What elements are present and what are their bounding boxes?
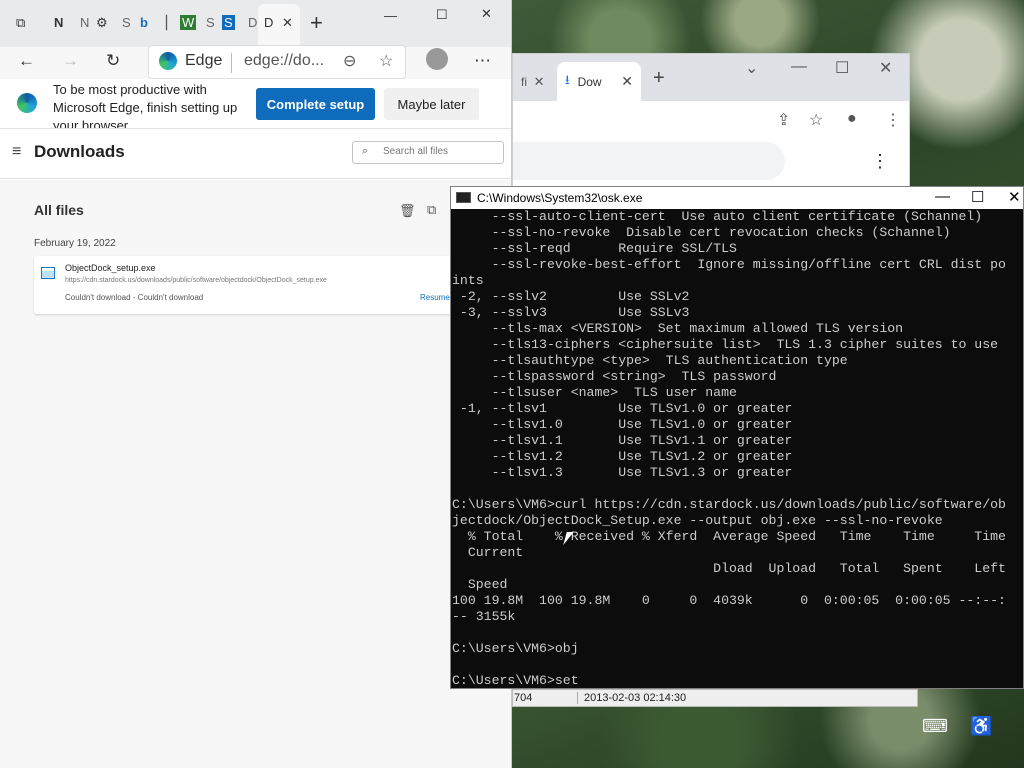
console-title: C:\Windows\System32\osk.exe <box>477 191 643 205</box>
console-output[interactable]: --ssl-auto-client-cert Use auto client c… <box>452 209 1024 689</box>
file-icon <box>41 267 55 279</box>
minimize-button[interactable]: — <box>791 58 807 76</box>
tab-label-4[interactable]: D <box>248 15 257 30</box>
open-folder-icon[interactable]: ⧉ <box>427 202 436 218</box>
tab-favicon-w[interactable]: W <box>180 15 197 30</box>
edge-window: ⧉ N N ⚙ S b ▏ W S S D D ✕ + — ☐ ✕ ← → ↻ … <box>0 0 512 768</box>
chrome-tab-prev[interactable]: fi ✕ <box>513 62 553 101</box>
profile-icon[interactable] <box>426 48 448 70</box>
edge-logo-icon <box>159 52 177 70</box>
search-placeholder: Search all files <box>383 146 449 157</box>
chrome-tab-downloads[interactable]: ⭳ Dow ✕ <box>557 62 641 101</box>
complete-setup-button[interactable]: Complete setup <box>256 88 375 120</box>
tab-favicon-n[interactable]: N <box>54 15 63 30</box>
back-icon[interactable]: ← <box>18 51 35 71</box>
accessibility-icon[interactable]: ♿ <box>970 716 992 737</box>
chevron-down-icon[interactable]: ⌄ <box>745 58 758 78</box>
close-button[interactable]: ✕ <box>481 6 492 22</box>
status-timestamp: 2013-02-03 02:14:30 <box>577 692 686 704</box>
minimize-button[interactable]: — <box>935 188 950 205</box>
download-filename[interactable]: ObjectDock_setup.exe <box>65 263 156 273</box>
share-icon[interactable]: ⇪ <box>777 110 790 130</box>
tab-active-downloads[interactable]: D ✕ <box>258 4 300 47</box>
close-button[interactable]: ✕ <box>879 58 892 78</box>
address-brand: Edge <box>185 52 223 69</box>
search-input[interactable]: ⌕ Search all files <box>352 141 504 164</box>
tab-favicon-3[interactable]: ▏ <box>166 15 176 31</box>
resume-link[interactable]: Resume <box>420 293 450 302</box>
setup-banner: To be most productive with Microsoft Edg… <box>0 79 511 129</box>
address-bar[interactable]: Edge edge://do... ⊖ ☆ <box>148 45 406 79</box>
tab-label-1[interactable]: N <box>80 15 89 30</box>
status-left: 704 <box>514 692 533 704</box>
more-icon[interactable]: ⋮ <box>885 110 901 130</box>
chrome-toolbar: ⇪ ☆ ● ⋮ <box>513 101 909 139</box>
maybe-later-button[interactable]: Maybe later <box>384 88 479 120</box>
edge-tabstrip: ⧉ N N ⚙ S b ▏ W S S D D ✕ + — ☐ ✕ <box>0 0 511 47</box>
chrome-window: fi ✕ ⭳ Dow ✕ + ⌄ — ☐ ✕ ⇪ ☆ ● ⋮ ⋮ <box>512 53 910 188</box>
profile-icon[interactable]: ● <box>847 110 857 128</box>
hamburger-icon[interactable]: ≡ <box>12 143 21 161</box>
console-icon <box>456 192 471 203</box>
new-tab-button[interactable]: + <box>653 67 665 90</box>
settings-icon[interactable]: ⚙ <box>96 15 108 31</box>
chrome-search-bar[interactable] <box>513 142 785 180</box>
close-icon[interactable]: ✕ <box>282 15 293 31</box>
downloads-content: All files 🗑 ⧉ February 19, 2022 ObjectDo… <box>0 180 511 768</box>
chrome-tab-label: Dow <box>577 74 602 89</box>
refresh-icon[interactable]: ↻ <box>106 51 120 71</box>
console-window[interactable]: C:\Windows\System32\osk.exe — ☐ ✕ --ssl-… <box>450 186 1024 689</box>
minimize-button[interactable]: — <box>384 8 397 23</box>
close-button[interactable]: ✕ <box>1008 188 1021 206</box>
download-url: https://cdn.stardock.us/downloads/public… <box>65 277 327 284</box>
section-title: All files <box>34 202 84 218</box>
maximize-button[interactable]: ☐ <box>835 58 849 78</box>
console-titlebar[interactable]: C:\Windows\System32\osk.exe — ☐ ✕ <box>451 187 1023 209</box>
download-icon: ⭳ <box>565 71 570 87</box>
tab-favicon-s[interactable]: S <box>222 15 235 30</box>
osk-icon[interactable]: ⌨ <box>922 716 948 737</box>
star-icon[interactable]: ☆ <box>809 110 823 130</box>
download-item[interactable]: ObjectDock_setup.exe https://cdn.stardoc… <box>34 256 474 314</box>
chrome-tabstrip: fi ✕ ⭳ Dow ✕ + ⌄ — ☐ ✕ <box>513 54 909 101</box>
search-icon: ⌕ <box>362 145 369 157</box>
tab-active-label: D <box>264 15 274 30</box>
tab-actions-icon[interactable]: ⧉ <box>16 15 25 31</box>
status-bar: 704 2013-02-03 02:14:30 <box>512 689 918 707</box>
download-status: Couldn't download - Couldn't download <box>65 293 204 302</box>
more-icon[interactable]: ⋯ <box>474 51 491 71</box>
maximize-button[interactable]: ☐ <box>971 188 984 206</box>
maximize-button[interactable]: ☐ <box>436 7 448 23</box>
page-title: Downloads <box>34 142 125 161</box>
banner-message: To be most productive with Microsoft Edg… <box>53 82 238 129</box>
address-url[interactable]: edge://do... <box>244 52 324 70</box>
more-icon[interactable]: ⋮ <box>871 151 889 172</box>
edge-toolbar: ← → ↻ Edge edge://do... ⊖ ☆ ⋯ <box>0 45 511 79</box>
address-separator <box>231 53 232 73</box>
tab-label-2[interactable]: S <box>122 15 131 30</box>
new-tab-button[interactable]: + <box>310 10 323 36</box>
downloads-header: ≡ Downloads ⌕ Search all files <box>0 130 511 179</box>
forward-icon[interactable]: → <box>62 51 79 71</box>
close-icon[interactable]: ✕ <box>621 73 633 90</box>
edge-logo-icon <box>17 93 37 113</box>
trash-icon[interactable]: 🗑 <box>399 203 416 219</box>
tab-label-3[interactable]: S <box>206 15 215 30</box>
download-date: February 19, 2022 <box>34 238 116 249</box>
favorites-icon[interactable]: ☆ <box>379 51 393 71</box>
zoom-icon[interactable]: ⊖ <box>343 51 356 71</box>
bing-icon[interactable]: b <box>140 15 148 30</box>
